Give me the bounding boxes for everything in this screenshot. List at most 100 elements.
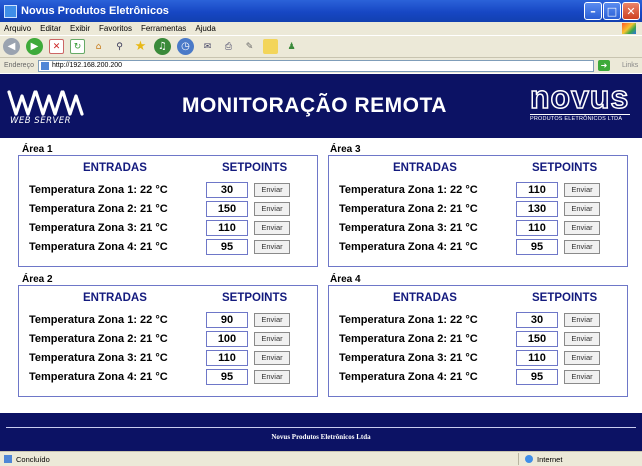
menu-ajuda[interactable]: Ajuda xyxy=(195,24,215,33)
favorites-icon[interactable]: ★ xyxy=(133,39,148,54)
page-done-icon xyxy=(4,455,12,463)
zone-temperature: Temperatura Zona 1: 22 °C xyxy=(339,184,478,196)
zone-row: Temperatura Zona 3: 21 °C 110 Enviar xyxy=(19,349,319,368)
toolbar: ◀ ▶ ✕ ↻ ⌂ ⚲ ★ ♫ ◷ ✉ ⎙ ✎ ♟ xyxy=(0,35,642,58)
area-3-panel: ENTRADAS SETPOINTS Temperatura Zona 1: 2… xyxy=(328,155,628,267)
setpoint-input[interactable]: 130 xyxy=(516,201,558,217)
area-3-label: Área 3 xyxy=(330,144,361,155)
setpoint-input[interactable]: 110 xyxy=(206,220,248,236)
home-icon[interactable]: ⌂ xyxy=(91,39,106,54)
setpoint-input[interactable]: 110 xyxy=(516,220,558,236)
media-icon[interactable]: ♫ xyxy=(154,38,171,55)
zone-temperature: Temperatura Zona 3: 21 °C xyxy=(29,222,168,234)
links-label[interactable]: Links xyxy=(622,62,638,69)
menu-favoritos[interactable]: Favoritos xyxy=(99,24,132,33)
send-button[interactable]: Enviar xyxy=(564,313,600,327)
zone-row: Temperatura Zona 3: 21 °C 110 Enviar xyxy=(329,349,629,368)
send-button[interactable]: Enviar xyxy=(254,221,290,235)
setpoint-input[interactable]: 150 xyxy=(516,331,558,347)
zone-row: Temperatura Zona 1: 22 °C 110 Enviar xyxy=(329,181,629,200)
page-header: WEB SERVER MONITORAÇÃO REMOTA novus PROD… xyxy=(0,74,642,138)
setpoint-input[interactable]: 90 xyxy=(206,312,248,328)
close-button[interactable]: ✕ xyxy=(622,2,640,20)
forward-icon[interactable]: ▶ xyxy=(26,38,43,55)
page-icon xyxy=(40,61,49,70)
send-button[interactable]: Enviar xyxy=(564,240,600,254)
novus-logo: novus PRODUTOS ELETRÔNICOS LTDA xyxy=(529,80,630,128)
setpoints-header: SETPOINTS xyxy=(222,292,288,304)
setpoint-input[interactable]: 30 xyxy=(206,182,248,198)
send-button[interactable]: Enviar xyxy=(564,183,600,197)
zone-row: Temperatura Zona 4: 21 °C 95 Enviar xyxy=(329,368,629,387)
setpoint-input[interactable]: 95 xyxy=(206,239,248,255)
zone-temperature: Temperatura Zona 4: 21 °C xyxy=(29,371,168,383)
menu-exibir[interactable]: Exibir xyxy=(70,24,90,33)
setpoint-input[interactable]: 110 xyxy=(516,182,558,198)
zone-text: Internet xyxy=(537,454,563,464)
address-input[interactable]: http://192.168.200.200 xyxy=(37,59,594,72)
footer-divider xyxy=(6,427,636,428)
send-button[interactable]: Enviar xyxy=(254,183,290,197)
mail-icon[interactable]: ✉ xyxy=(200,39,215,54)
send-button[interactable]: Enviar xyxy=(564,332,600,346)
messenger-icon[interactable]: ♟ xyxy=(284,39,299,54)
address-bar: Endereço http://192.168.200.200 ➜ Links xyxy=(0,58,642,73)
page-footer: Novus Produtos Eletrônicos Ltda xyxy=(0,413,642,451)
send-button[interactable]: Enviar xyxy=(254,313,290,327)
send-button[interactable]: Enviar xyxy=(254,351,290,365)
zone-temperature: Temperatura Zona 3: 21 °C xyxy=(29,352,168,364)
print-icon[interactable]: ⎙ xyxy=(221,39,236,54)
area-4-panel: ENTRADAS SETPOINTS Temperatura Zona 1: 2… xyxy=(328,285,628,397)
refresh-icon[interactable]: ↻ xyxy=(70,39,85,54)
zone-temperature: Temperatura Zona 2: 21 °C xyxy=(29,203,168,215)
zone-temperature: Temperatura Zona 4: 21 °C xyxy=(339,371,478,383)
back-icon[interactable]: ◀ xyxy=(3,38,20,55)
zone-row: Temperatura Zona 2: 21 °C 150 Enviar xyxy=(329,330,629,349)
setpoint-input[interactable]: 95 xyxy=(206,369,248,385)
zone-temperature: Temperatura Zona 1: 22 °C xyxy=(339,314,478,326)
setpoints-header: SETPOINTS xyxy=(222,162,288,174)
send-button[interactable]: Enviar xyxy=(254,202,290,216)
menu-editar[interactable]: Editar xyxy=(40,24,61,33)
footer-text: Novus Produtos Eletrônicos Ltda xyxy=(271,433,371,441)
menu-ferramentas[interactable]: Ferramentas xyxy=(141,24,186,33)
setpoint-input[interactable]: 95 xyxy=(516,369,558,385)
send-button[interactable]: Enviar xyxy=(564,351,600,365)
setpoint-input[interactable]: 110 xyxy=(206,350,248,366)
send-button[interactable]: Enviar xyxy=(254,370,290,384)
maximize-button[interactable]: □ xyxy=(603,2,621,20)
entradas-header: ENTRADAS xyxy=(83,292,147,304)
folder-icon[interactable] xyxy=(263,39,278,54)
history-icon[interactable]: ◷ xyxy=(177,38,194,55)
entradas-header: ENTRADAS xyxy=(393,162,457,174)
send-button[interactable]: Enviar xyxy=(564,221,600,235)
ie-page-icon xyxy=(4,4,17,18)
send-button[interactable]: Enviar xyxy=(564,370,600,384)
setpoint-input[interactable]: 30 xyxy=(516,312,558,328)
search-icon[interactable]: ⚲ xyxy=(112,39,127,54)
address-label: Endereço xyxy=(4,62,34,69)
stop-icon[interactable]: ✕ xyxy=(49,39,64,54)
setpoint-input[interactable]: 150 xyxy=(206,201,248,217)
zone-temperature: Temperatura Zona 2: 21 °C xyxy=(29,333,168,345)
minimize-button[interactable]: – xyxy=(584,2,602,20)
area-2-panel: ENTRADAS SETPOINTS Temperatura Zona 1: 2… xyxy=(18,285,318,397)
setpoint-input[interactable]: 110 xyxy=(516,350,558,366)
zone-row: Temperatura Zona 2: 21 °C 130 Enviar xyxy=(329,200,629,219)
send-button[interactable]: Enviar xyxy=(564,202,600,216)
area-1-label: Área 1 xyxy=(22,144,53,155)
setpoint-input[interactable]: 95 xyxy=(516,239,558,255)
setpoint-input[interactable]: 100 xyxy=(206,331,248,347)
send-button[interactable]: Enviar xyxy=(254,240,290,254)
zone-temperature: Temperatura Zona 2: 21 °C xyxy=(339,333,478,345)
send-button[interactable]: Enviar xyxy=(254,332,290,346)
security-zone: Internet xyxy=(518,453,562,465)
zone-temperature: Temperatura Zona 4: 21 °C xyxy=(29,241,168,253)
area-4-label: Área 4 xyxy=(330,274,361,285)
menu-arquivo[interactable]: Arquivo xyxy=(4,24,31,33)
globe-icon xyxy=(525,455,533,463)
edit-icon[interactable]: ✎ xyxy=(242,39,257,54)
setpoints-header: SETPOINTS xyxy=(532,162,598,174)
go-button[interactable]: ➜ xyxy=(597,60,610,71)
status-bar: Concluído Internet xyxy=(0,451,642,466)
